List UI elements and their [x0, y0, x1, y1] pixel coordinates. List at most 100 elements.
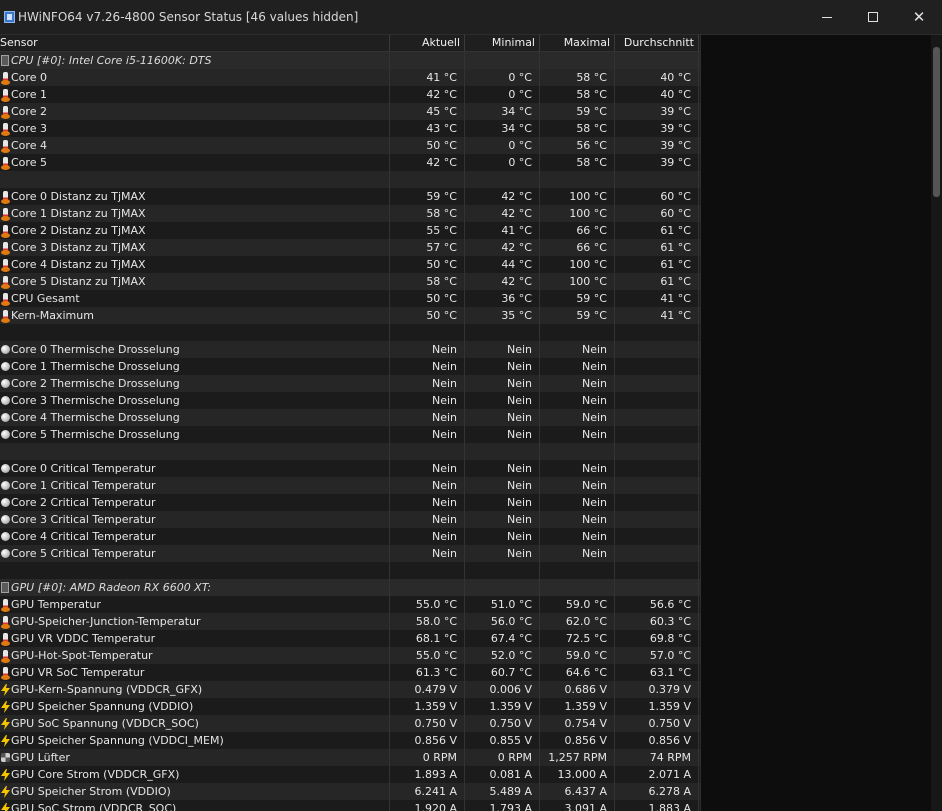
table-row[interactable]: Core 0 Critical Temperatur Nein Nein Nein — [0, 460, 700, 477]
sensor-name-cell: GPU-Speicher-Junction-Temperatur — [0, 613, 390, 630]
sensor-name-cell: GPU-Hot-Spot-Temperatur — [0, 647, 390, 664]
current-value: 58 °C — [390, 205, 465, 222]
current-value: 42 °C — [390, 154, 465, 171]
table-row[interactable]: CPU Gesamt 50 °C 36 °C 59 °C 41 °C — [0, 290, 700, 307]
table-row[interactable]: GPU VR SoC Temperatur 61.3 °C 60.7 °C 64.6 … — [0, 664, 700, 681]
column-header-current[interactable]: Aktuell — [390, 35, 465, 51]
vertical-scrollbar[interactable] — [931, 35, 942, 811]
sensor-name-cell: Core 1 — [0, 86, 390, 103]
table-row[interactable]: GPU Speicher Strom (VDDIO) 6.241 A 5.489 A… — [0, 783, 700, 800]
table-row[interactable]: Core 5 42 °C 0 °C 58 °C 39 °C — [0, 154, 700, 171]
sensor-name-cell — [0, 324, 390, 341]
table-row[interactable]: Core 3 Critical Temperatur Nein Nein Nein — [0, 511, 700, 528]
table-row[interactable]: Core 1 Thermische Drosselung Nein Nein Nein — [0, 358, 700, 375]
table-row[interactable]: Core 5 Distanz zu TjMAX 58 °C 42 °C 100 °C 6… — [0, 273, 700, 290]
table-row[interactable]: GPU Speicher Spannung (VDDIO) 1.359 V 1.35… — [0, 698, 700, 715]
table-row[interactable]: GPU Core Strom (VDDCR_GFX) 1.893 A 0.081 A… — [0, 766, 700, 783]
table-row[interactable]: GPU Temperatur 55.0 °C 51.0 °C 59.0 °C 56.6 … — [0, 596, 700, 613]
sensor-name-cell: Core 5 — [0, 154, 390, 171]
table-row[interactable]: Core 4 Critical Temperatur Nein Nein Nein — [0, 528, 700, 545]
average-value: 69.8 °C — [615, 630, 699, 647]
table-row[interactable]: Core 4 Distanz zu TjMAX 50 °C 44 °C 100 °C 6… — [0, 256, 700, 273]
chip-icon — [1, 582, 9, 593]
status-circle-icon — [1, 379, 10, 388]
minimal-value: 0.750 V — [465, 715, 540, 732]
column-header-average[interactable]: Durchschnitt — [615, 35, 699, 51]
maximize-button[interactable] — [850, 0, 896, 34]
table-row[interactable]: GPU Speicher Spannung (VDDCI_MEM) 0.856 V… — [0, 732, 700, 749]
column-header-maximal[interactable]: Maximal — [540, 35, 615, 51]
thermometer-icon — [1, 191, 10, 204]
table-row[interactable]: GPU SoC Spannung (VDDCR_SOC) 0.750 V 0.750… — [0, 715, 700, 732]
sensor-group-header[interactable]: GPU [#0]: AMD Radeon RX 6600 XT: — [0, 579, 700, 596]
table-row[interactable]: Core 0 Distanz zu TjMAX 59 °C 42 °C 100 °C 6… — [0, 188, 700, 205]
table-row[interactable]: Core 2 Thermische Drosselung Nein Nein Nein — [0, 375, 700, 392]
minimal-value: Nein — [465, 494, 540, 511]
minimal-value: 42 °C — [465, 188, 540, 205]
table-row[interactable]: Core 4 Thermische Drosselung Nein Nein Nein — [0, 409, 700, 426]
thermometer-icon — [1, 106, 10, 119]
sensor-name: Core 1 Distanz zu TjMAX — [11, 207, 146, 220]
average-value: 61 °C — [615, 256, 699, 273]
status-circle-icon — [1, 515, 10, 524]
current-value — [390, 324, 465, 341]
scrollbar-thumb[interactable] — [933, 47, 940, 197]
current-value: Nein — [390, 392, 465, 409]
maximal-value: 62.0 °C — [540, 613, 615, 630]
sensor-name: GPU SoC Strom (VDDCR_SOC) — [11, 802, 177, 811]
thermometer-icon — [1, 616, 10, 629]
column-header-sensor[interactable]: Sensor — [0, 35, 390, 51]
table-row[interactable]: Core 4 50 °C 0 °C 56 °C 39 °C — [0, 137, 700, 154]
average-value: 39 °C — [615, 137, 699, 154]
sensor-name-cell: Core 4 Thermische Drosselung — [0, 409, 390, 426]
table-row[interactable]: Core 1 Distanz zu TjMAX 58 °C 42 °C 100 °C 6… — [0, 205, 700, 222]
average-value: 61 °C — [615, 222, 699, 239]
table-row[interactable]: Core 1 42 °C 0 °C 58 °C 40 °C — [0, 86, 700, 103]
average-value: 61 °C — [615, 273, 699, 290]
table-row[interactable]: GPU VR VDDC Temperatur 68.1 °C 67.4 °C 72.5… — [0, 630, 700, 647]
minimize-button[interactable] — [804, 0, 850, 34]
table-row[interactable]: Core 2 Distanz zu TjMAX 55 °C 41 °C 66 °C 61… — [0, 222, 700, 239]
table-row[interactable]: Core 5 Thermische Drosselung Nein Nein Nein — [0, 426, 700, 443]
average-value: 1.359 V — [615, 698, 699, 715]
average-value — [615, 443, 699, 460]
sensor-group-header[interactable]: CPU [#0]: Intel Core i5-11600K: DTS — [0, 52, 700, 69]
sensor-name: Core 3 Distanz zu TjMAX — [11, 241, 146, 254]
column-header-minimal[interactable]: Minimal — [465, 35, 540, 51]
maximal-value: 0.754 V — [540, 715, 615, 732]
table-row[interactable]: Core 2 Critical Temperatur Nein Nein Nein — [0, 494, 700, 511]
table-row[interactable]: Kern-Maximum 50 °C 35 °C 59 °C 41 °C — [0, 307, 700, 324]
current-value: 50 °C — [390, 290, 465, 307]
table-row[interactable]: GPU-Speicher-Junction-Temperatur 58.0 °C 5… — [0, 613, 700, 630]
table-row[interactable]: GPU-Kern-Spannung (VDDCR_GFX) 0.479 V 0.00… — [0, 681, 700, 698]
status-circle-icon — [1, 498, 10, 507]
table-row[interactable]: Core 5 Critical Temperatur Nein Nein Nein — [0, 545, 700, 562]
minimal-value: Nein — [465, 409, 540, 426]
table-row[interactable]: Core 3 43 °C 34 °C 58 °C 39 °C — [0, 120, 700, 137]
maximal-value: Nein — [540, 426, 615, 443]
sensor-name-cell — [0, 171, 390, 188]
sensor-name-cell: GPU SoC Spannung (VDDCR_SOC) — [0, 715, 390, 732]
table-row[interactable]: Core 3 Distanz zu TjMAX 57 °C 42 °C 66 °C 61… — [0, 239, 700, 256]
average-value: 39 °C — [615, 154, 699, 171]
table-row[interactable]: GPU SoC Strom (VDDCR_SOC) 1.920 A 1.793 A3… — [0, 800, 700, 811]
minimal-value: Nein — [465, 460, 540, 477]
sensor-name-cell: GPU Temperatur — [0, 596, 390, 613]
maximal-value: 64.6 °C — [540, 664, 615, 681]
close-button[interactable]: ✕ — [896, 0, 942, 34]
maximal-value: Nein — [540, 375, 615, 392]
table-row[interactable]: Core 0 Thermische Drosselung Nein Nein Nein — [0, 341, 700, 358]
average-value — [615, 324, 699, 341]
table-row[interactable]: Core 0 41 °C 0 °C 58 °C 40 °C — [0, 69, 700, 86]
minimal-value: 0.855 V — [465, 732, 540, 749]
table-row[interactable]: Core 3 Thermische Drosselung Nein Nein Nein — [0, 392, 700, 409]
table-row[interactable]: GPU-Hot-Spot-Temperatur 55.0 °C 52.0 °C 59.… — [0, 647, 700, 664]
average-value — [615, 579, 699, 596]
spacer-row — [0, 443, 700, 460]
current-value: 55.0 °C — [390, 596, 465, 613]
table-row[interactable]: Core 1 Critical Temperatur Nein Nein Nein — [0, 477, 700, 494]
table-row[interactable]: Core 2 45 °C 34 °C 59 °C 39 °C — [0, 103, 700, 120]
table-row[interactable]: GPU Lüfter 0 RPM 0 RPM 1,257 RPM 74 RPM — [0, 749, 700, 766]
thermometer-icon — [1, 276, 10, 289]
status-circle-icon — [1, 430, 10, 439]
